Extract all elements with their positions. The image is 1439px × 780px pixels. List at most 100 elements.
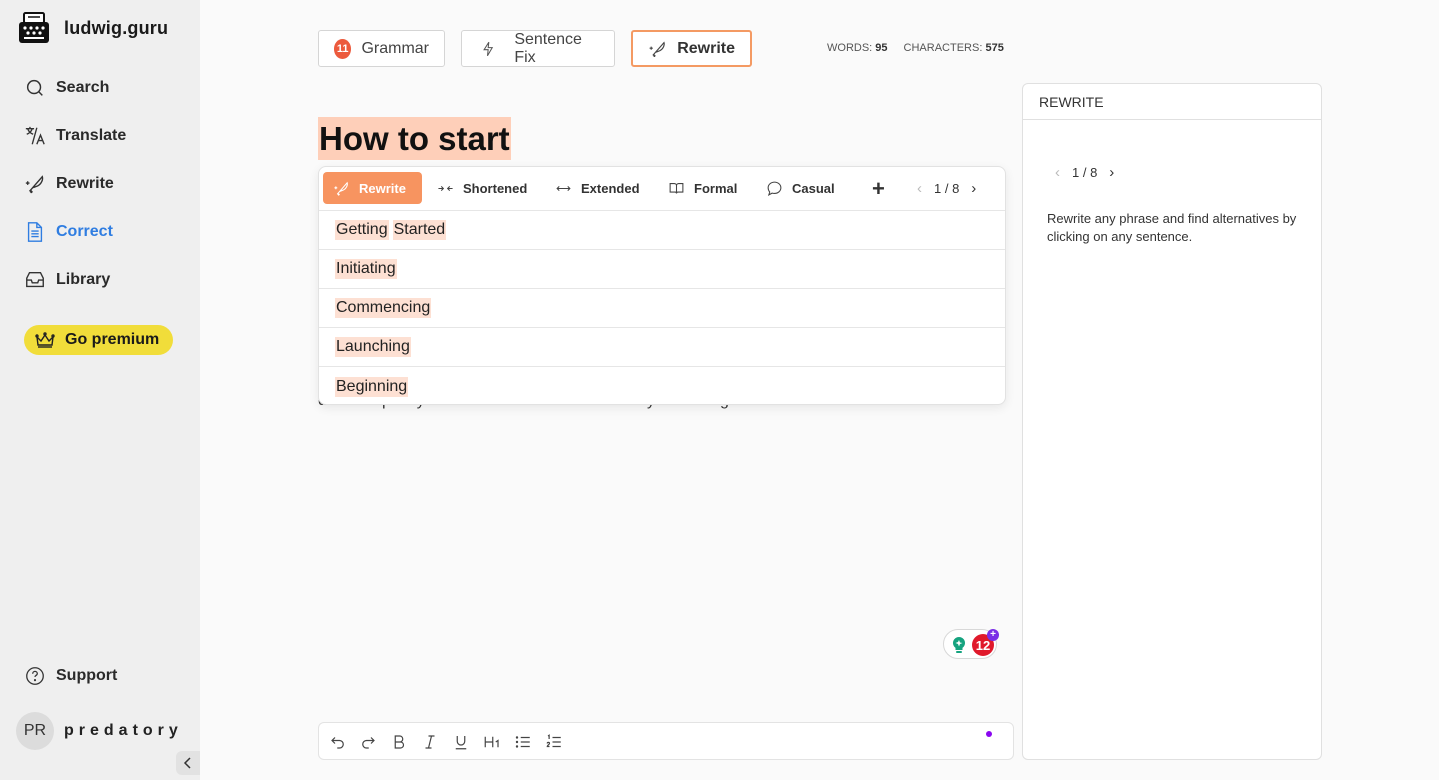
formatting-toolbar bbox=[318, 722, 1014, 760]
redo-icon bbox=[362, 737, 375, 749]
tab-rewrite[interactable]: Rewrite bbox=[323, 172, 422, 204]
alternative-word: Started bbox=[392, 220, 447, 240]
previous-page-button[interactable]: ‹ bbox=[917, 180, 922, 197]
underline-icon bbox=[455, 736, 467, 750]
chevron-left-icon bbox=[183, 757, 191, 769]
logo[interactable]: ludwig.guru bbox=[18, 12, 168, 44]
bullet-list-icon bbox=[515, 736, 530, 748]
status-dot bbox=[986, 731, 992, 737]
previous-page-button[interactable]: ‹ bbox=[1055, 164, 1060, 181]
panel-description: Rewrite any phrase and find alternatives… bbox=[1047, 211, 1297, 244]
tab-casual[interactable]: Casual bbox=[766, 172, 835, 204]
crown-icon bbox=[35, 332, 55, 348]
sidebar-item-correct[interactable]: Correct bbox=[24, 221, 113, 243]
add-style-button[interactable]: + bbox=[872, 176, 885, 202]
sidebar-item-rewrite[interactable]: Rewrite bbox=[24, 173, 114, 195]
speech-bubble-icon bbox=[767, 181, 782, 196]
alternative-item[interactable]: Launching bbox=[319, 328, 1005, 367]
translate-icon bbox=[25, 126, 45, 145]
alternative-word: Beginning bbox=[335, 376, 409, 397]
sidebar-item-label: Translate bbox=[56, 127, 127, 144]
quill-sparkle-icon bbox=[649, 40, 665, 57]
numbered-list-button[interactable] bbox=[544, 732, 564, 752]
page-indicator: 1 / 8 bbox=[934, 181, 960, 196]
grammar-count-badge: 11 bbox=[334, 38, 352, 59]
tab-formal[interactable]: Formal bbox=[668, 172, 737, 204]
rewrite-popup: Rewrite Shortened Extended Formal Casual… bbox=[318, 166, 1006, 405]
sidebar-item-label: Support bbox=[56, 667, 118, 684]
sentence-fix-button[interactable]: Sentence Fix bbox=[461, 30, 615, 67]
go-premium-label: Go premium bbox=[65, 331, 160, 348]
bold-button[interactable] bbox=[389, 732, 409, 752]
sidebar-item-translate[interactable]: Translate bbox=[24, 125, 126, 147]
inbox-icon bbox=[26, 271, 44, 288]
rewrite-mode-label: Rewrite bbox=[677, 39, 735, 57]
character-count: CHARACTERS: 575 bbox=[903, 42, 1004, 54]
app-name: ludwig.guru bbox=[64, 17, 169, 38]
go-premium-button[interactable]: Go premium bbox=[24, 325, 173, 355]
grammar-label: Grammar bbox=[361, 39, 429, 57]
document-stats: WORDS: 95 CHARACTERS: 575 bbox=[827, 42, 1004, 54]
popup-pager: ‹ 1 / 8 › bbox=[917, 180, 976, 197]
underline-button[interactable] bbox=[451, 732, 471, 752]
rewrite-mode-button[interactable]: Rewrite bbox=[631, 30, 752, 67]
document-icon bbox=[27, 222, 43, 242]
username: predatory bbox=[64, 722, 183, 739]
sidebar-item-label: Search bbox=[56, 79, 110, 96]
next-page-button[interactable]: › bbox=[1109, 164, 1114, 181]
sidebar-item-label: Correct bbox=[56, 223, 113, 240]
heading-1-button[interactable] bbox=[482, 732, 502, 752]
italic-icon bbox=[425, 735, 435, 749]
help-circle-icon bbox=[26, 667, 44, 685]
book-icon bbox=[669, 182, 684, 194]
panel-pager: ‹ 1 / 8 › bbox=[1055, 164, 1114, 181]
sidebar-item-label: Library bbox=[56, 271, 111, 288]
sidebar-item-library[interactable]: Library bbox=[24, 269, 110, 291]
bullet-list-button[interactable] bbox=[513, 732, 533, 752]
avatar: PR bbox=[16, 712, 54, 750]
alternative-item[interactable]: Initiating bbox=[319, 250, 1005, 289]
grammar-button[interactable]: 11 Grammar bbox=[318, 30, 445, 67]
alternative-word: Initiating bbox=[335, 259, 397, 279]
alternative-item[interactable]: Getting Started bbox=[319, 211, 1005, 250]
search-icon bbox=[26, 79, 43, 96]
undo-icon bbox=[331, 737, 344, 749]
numbered-list-icon bbox=[546, 734, 561, 748]
collapse-sidebar-button[interactable] bbox=[176, 751, 200, 775]
sidebar: ludwig.guru Search Translate Rewrite Cor… bbox=[0, 0, 200, 780]
next-page-button[interactable]: › bbox=[971, 180, 976, 197]
alternative-item[interactable]: Commencing bbox=[319, 289, 1005, 328]
sidebar-item-support[interactable]: Support bbox=[24, 665, 117, 687]
typewriter-logo-icon bbox=[19, 12, 49, 43]
heading-1-icon bbox=[484, 736, 499, 748]
alternative-word: Commencing bbox=[335, 298, 432, 318]
lightbulb-icon bbox=[952, 636, 966, 653]
redo-button[interactable] bbox=[358, 732, 378, 752]
bold-icon bbox=[394, 735, 405, 749]
alternative-word: Getting bbox=[335, 220, 389, 240]
alternatives-list: Getting Started Initiating Commencing Launch… bbox=[319, 211, 1005, 404]
italic-button[interactable] bbox=[420, 732, 440, 752]
page-indicator: 1 / 8 bbox=[1072, 165, 1098, 180]
alternative-word: Launching bbox=[335, 337, 411, 357]
rewrite-side-panel: REWRITE ‹ 1 / 8 › Rewrite any phrase and… bbox=[1022, 83, 1322, 760]
quill-sparkle-icon bbox=[334, 181, 348, 196]
sentence-fix-label: Sentence Fix bbox=[514, 30, 582, 66]
user-profile[interactable]: PR predatory bbox=[16, 712, 183, 750]
sidebar-item-label: Rewrite bbox=[56, 175, 114, 192]
document-title[interactable]: How to start bbox=[318, 117, 511, 160]
panel-title: REWRITE bbox=[1023, 84, 1321, 120]
extend-arrows-icon bbox=[556, 185, 571, 191]
lightning-icon bbox=[483, 41, 494, 56]
rewrite-style-tabs: Rewrite Shortened Extended Formal Casual… bbox=[319, 167, 1005, 211]
word-count: WORDS: 95 bbox=[827, 42, 888, 54]
tab-extended[interactable]: Extended bbox=[555, 172, 640, 204]
alternative-item[interactable]: Beginning bbox=[319, 367, 1005, 404]
sidebar-item-search[interactable]: Search bbox=[24, 77, 109, 99]
shorten-arrows-icon bbox=[438, 185, 453, 191]
quill-sparkle-icon bbox=[25, 175, 44, 194]
grammarly-plus-icon: + bbox=[987, 629, 999, 641]
undo-button[interactable] bbox=[328, 732, 348, 752]
grammarly-widget[interactable]: 12 + bbox=[943, 629, 999, 659]
tab-shortened[interactable]: Shortened bbox=[437, 172, 527, 204]
